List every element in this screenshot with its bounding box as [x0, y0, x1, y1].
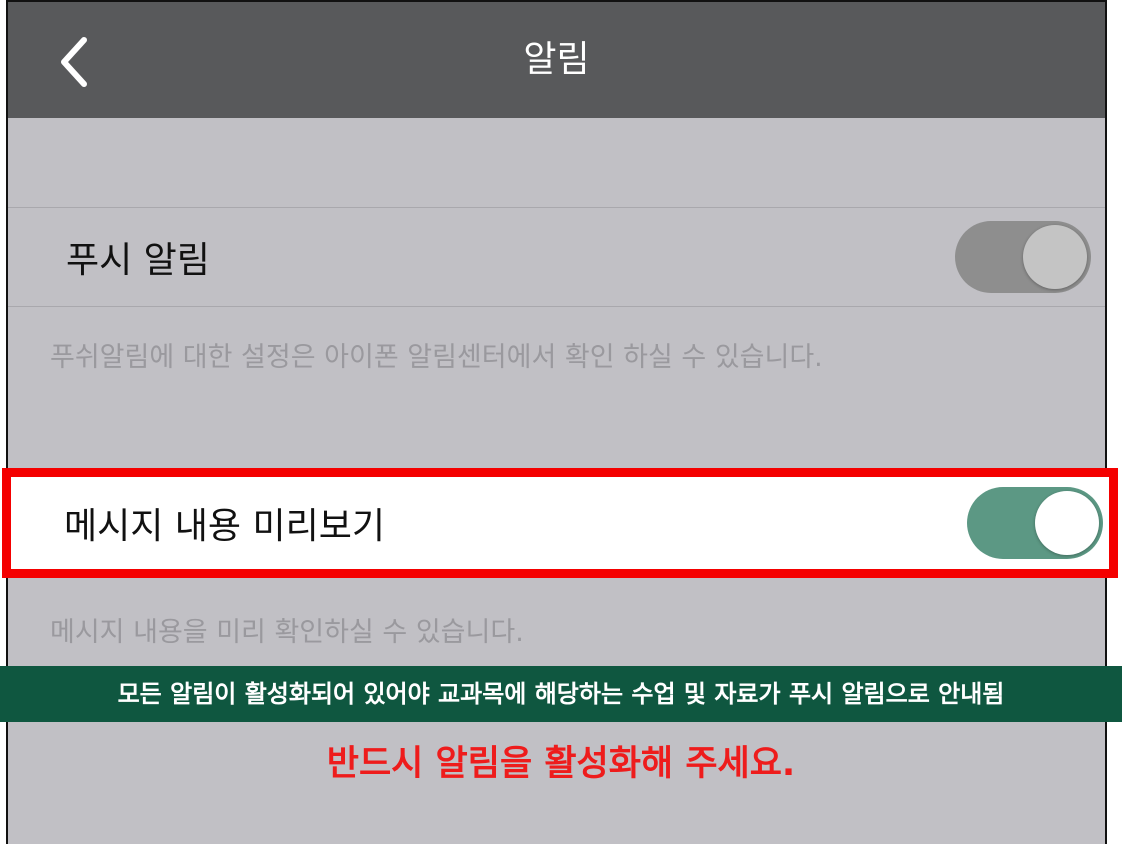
- push-notification-row: 푸시 알림: [8, 207, 1105, 307]
- toggle-knob: [1035, 491, 1099, 555]
- message-preview-note: 메시지 내용을 미리 확인하실 수 있습니다.: [50, 617, 524, 648]
- page-title: 알림: [523, 39, 590, 80]
- toggle-knob: [1023, 225, 1087, 289]
- message-preview-row: 메시지 내용 미리보기: [2, 468, 1118, 578]
- push-notification-label: 푸시 알림: [66, 240, 210, 281]
- nav-bar: 알림: [8, 2, 1105, 118]
- push-notification-note: 푸쉬알림에 대한 설정은 아이폰 알림센터에서 확인 하실 수 있습니다.: [50, 342, 823, 373]
- warning-text: 반드시 알림을 활성화해 주세요.: [326, 744, 796, 784]
- push-notification-toggle[interactable]: [955, 221, 1091, 293]
- message-preview-label: 메시지 내용 미리보기: [64, 506, 385, 547]
- info-banner: 모든 알림이 활성화되어 있어야 교과목에 해당하는 수업 및 자료가 푸시 알…: [0, 666, 1122, 722]
- message-preview-toggle[interactable]: [967, 487, 1103, 559]
